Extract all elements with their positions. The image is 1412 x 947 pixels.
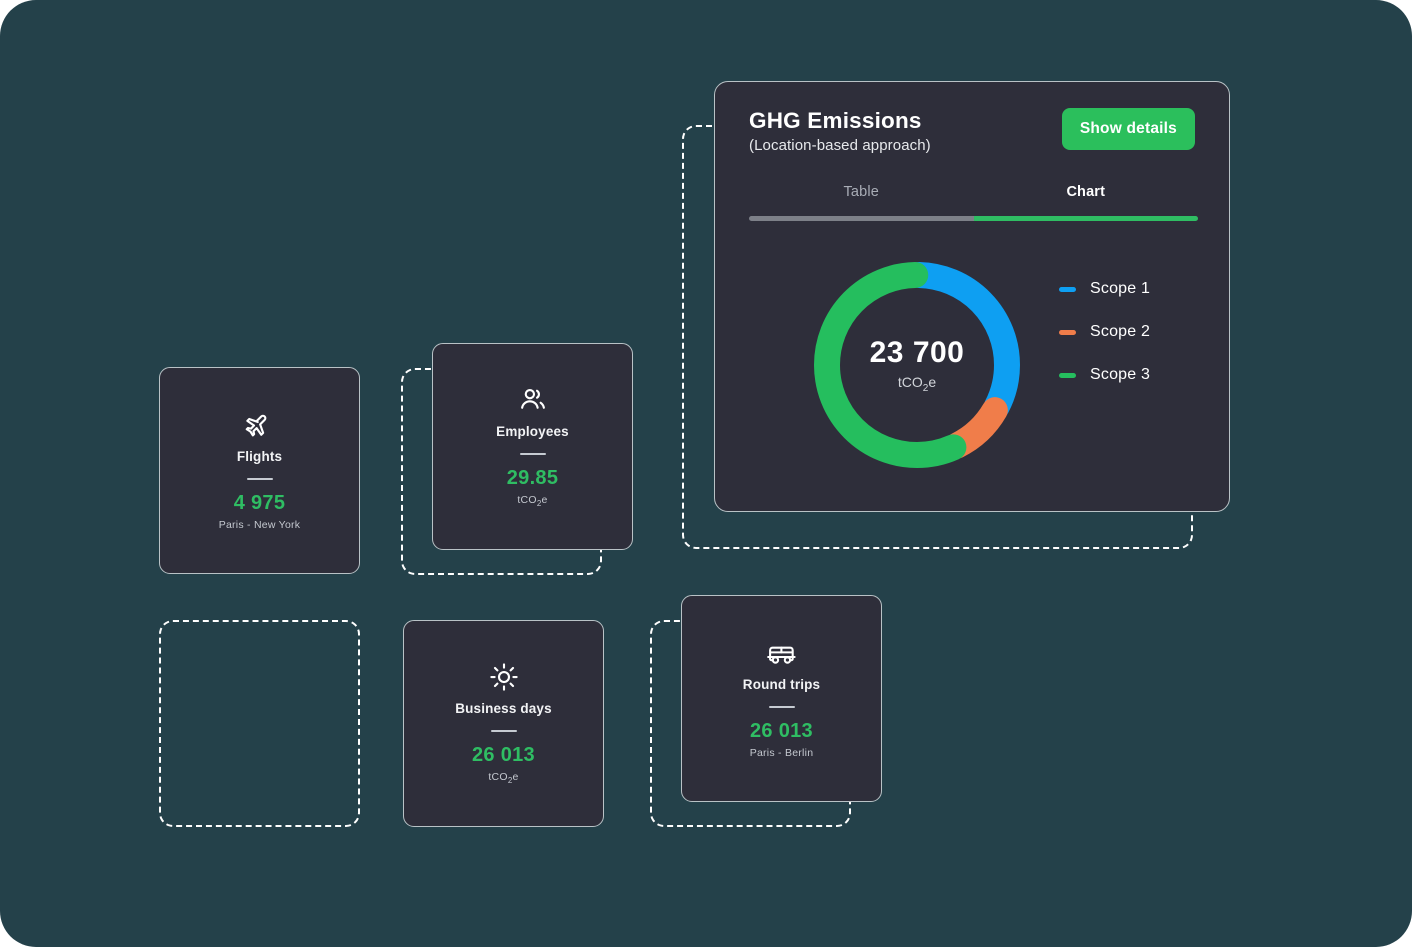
legend-swatch-scope-3 [1059,372,1076,378]
tab-indicator-table [749,216,974,221]
card-divider [246,478,273,480]
panel-header: GHG Emissions (Location-based approach) … [749,108,1195,154]
metric-card-subtext: tCO2e [488,770,519,786]
tab-table[interactable]: Table [749,184,974,213]
metric-card-title: Employees [496,423,569,439]
card-divider [768,706,795,708]
show-details-button[interactable]: Show details [1061,108,1195,150]
legend-label-scope-2: Scope 2 [1090,323,1151,340]
metric-card-value: 26 013 [472,743,535,766]
legend-swatch-scope-2 [1059,329,1076,335]
car-icon [765,638,799,668]
metric-card-value: 26 013 [750,720,813,742]
metric-card-subtext: tCO2e [517,493,548,509]
metric-card-title: Flights [236,449,283,464]
panel-tabs: Table Chart [749,184,1198,213]
legend-item-scope-3[interactable]: Scope 3 [1059,366,1150,384]
tab-chart[interactable]: Chart [974,184,1199,213]
legend-label-scope-1: Scope 1 [1090,280,1151,297]
metric-card-value: 29.85 [506,466,559,489]
panel-title-group: GHG Emissions (Location-based approach) [749,108,931,154]
tab-indicator-bar [749,216,1198,221]
emissions-donut-chart[interactable]: 23 700 tCO2e [811,259,1023,471]
metric-card-employees[interactable]: Employees 29.85 tCO2e [432,343,633,550]
metric-card-value: 4 975 [233,492,286,514]
people-icon [518,385,548,415]
card-divider [490,729,517,732]
dropzone-empty[interactable] [159,620,360,827]
ghg-emissions-panel[interactable]: GHG Emissions (Location-based approach) … [714,81,1230,512]
sun-icon [489,662,519,692]
legend-item-scope-1[interactable]: Scope 1 [1059,280,1150,298]
metric-card-subtext: Paris - New York [218,519,301,531]
card-divider [519,452,546,455]
airplane-icon [245,410,275,440]
metric-card-subtext: Paris - Berlin [749,747,814,759]
page-title: GHG Emissions [749,108,922,133]
legend-label-scope-3: Scope 3 [1090,366,1151,383]
panel-subtitle: (Location-based approach) [749,137,931,154]
metric-card-title: Round trips [742,677,821,692]
metric-card-title: Business days [455,700,552,716]
legend-item-scope-2[interactable]: Scope 2 [1059,323,1150,341]
metric-card-flights[interactable]: Flights 4 975 Paris - New York [159,367,360,574]
donut-svg [814,262,1020,468]
tab-indicator-chart [973,216,1198,221]
legend-swatch-scope-1 [1059,286,1076,292]
metric-card-round-trips[interactable]: Round trips 26 013 Paris - Berlin [681,595,882,802]
app-canvas: Flights 4 975 Paris - New York Employees… [0,0,1412,947]
metric-card-business-days[interactable]: Business days 26 013 tCO2e [403,620,604,827]
chart-legend: Scope 1 Scope 2 Scope 3 [1059,280,1150,384]
